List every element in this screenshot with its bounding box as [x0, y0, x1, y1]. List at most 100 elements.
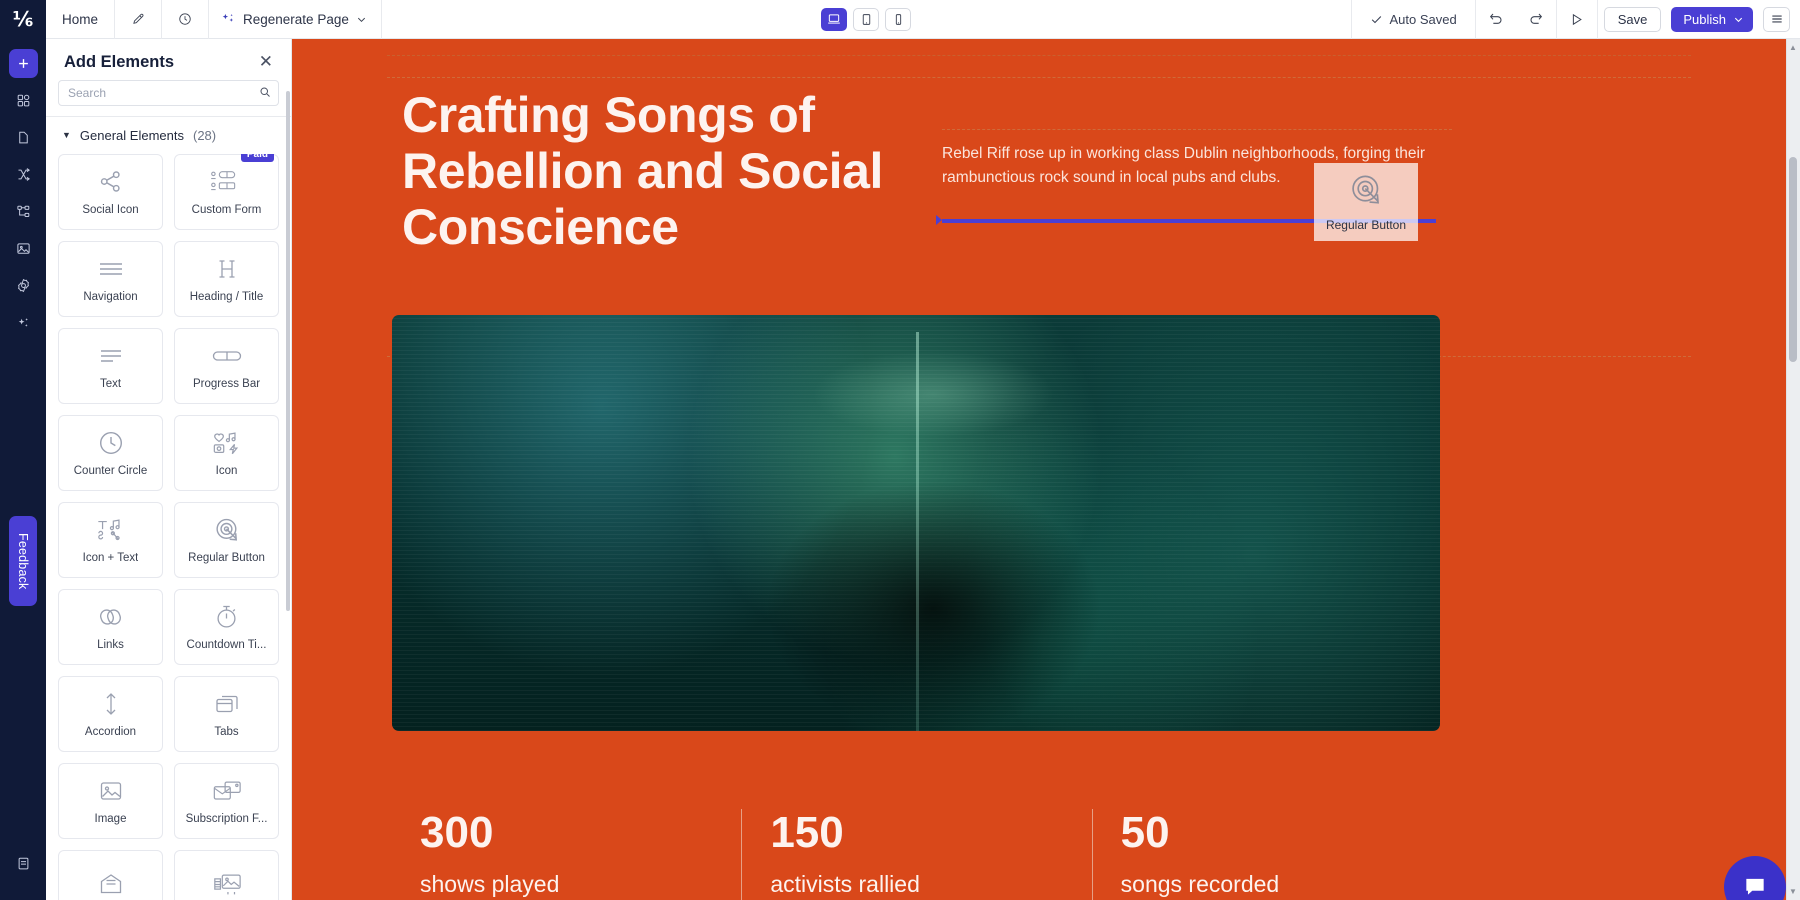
grid-apps-icon: [16, 93, 31, 108]
rail-item-help[interactable]: [9, 849, 38, 878]
performer-silhouette: [718, 348, 1148, 731]
element-label: Social Icon: [82, 204, 138, 216]
rail-item-pages[interactable]: [9, 123, 38, 152]
scroll-up-arrow[interactable]: ▲: [1789, 43, 1797, 52]
history-button[interactable]: [162, 0, 208, 39]
stat-label: songs recorded: [1121, 871, 1442, 898]
element-card-subscription-form[interactable]: Subscription F...: [174, 763, 279, 839]
stat-item[interactable]: 150 activists rallied: [741, 809, 1091, 900]
element-label: Subscription F...: [186, 813, 268, 825]
home-breadcrumb[interactable]: Home: [46, 0, 114, 39]
element-card-icon-plus-text[interactable]: Icon + Text: [58, 502, 163, 578]
panel-header: Add Elements ✕: [46, 39, 291, 80]
search-input[interactable]: [58, 80, 279, 106]
undo-button[interactable]: [1476, 0, 1516, 39]
top-bar: ⅙ Home Regenerate Page: [0, 0, 1800, 39]
element-card-open-envelope[interactable]: [58, 850, 163, 900]
device-mobile-button[interactable]: [885, 8, 911, 31]
rail-item-components[interactable]: [9, 86, 38, 115]
progress-bar-icon: [212, 342, 242, 370]
canvas-scrollbar-thumb[interactable]: [1789, 157, 1797, 362]
canvas-scrollbar-track[interactable]: ▲ ▼: [1786, 39, 1800, 900]
rail-item-add-element[interactable]: [9, 49, 38, 78]
element-card-image[interactable]: Image: [58, 763, 163, 839]
form-fields-icon: [210, 168, 244, 196]
element-card-progress-bar[interactable]: Progress Bar: [174, 328, 279, 404]
pen-tool-button[interactable]: [115, 0, 161, 39]
scroll-down-arrow[interactable]: ▼: [1789, 887, 1797, 896]
regenerate-page-button[interactable]: Regenerate Page: [209, 0, 381, 39]
element-label: Text: [100, 378, 121, 390]
publish-button[interactable]: Publish: [1671, 7, 1753, 32]
rail-item-media[interactable]: [9, 234, 38, 263]
element-card-gallery-slider[interactable]: [174, 850, 279, 900]
element-card-accordion[interactable]: Accordion: [58, 676, 163, 752]
device-tablet-button[interactable]: [853, 8, 879, 31]
save-button[interactable]: Save: [1604, 7, 1662, 32]
hero-paragraph-block[interactable]: Rebel Riff rose up in working class Dubl…: [942, 129, 1452, 189]
rail-item-settings[interactable]: [9, 271, 38, 300]
stat-item[interactable]: 50 songs recorded: [1092, 809, 1442, 900]
preview-button[interactable]: [1557, 0, 1597, 39]
element-label: Image: [95, 813, 127, 825]
cursor-target-icon: [214, 516, 240, 544]
page-preview: Crafting Songs of Rebellion and Social C…: [292, 39, 1786, 900]
hero-image[interactable]: [392, 315, 1440, 731]
home-label: Home: [62, 12, 98, 27]
element-card-navigation[interactable]: Navigation: [58, 241, 163, 317]
drop-indicator-line: [942, 219, 1436, 223]
stat-item[interactable]: 300 shows played: [392, 809, 741, 900]
element-label: Countdown Ti...: [187, 639, 267, 651]
device-desktop-button[interactable]: [821, 8, 847, 31]
elements-grid: Social Icon Paid Custom Form Navigation: [46, 154, 291, 900]
element-card-tabs[interactable]: Tabs: [174, 676, 279, 752]
image-icon: [16, 241, 31, 256]
section-outline: [387, 55, 1691, 56]
panel-title: Add Elements: [64, 53, 174, 72]
rail-item-layers[interactable]: [9, 197, 38, 226]
device-toggle-group: [809, 8, 923, 31]
element-card-custom-form[interactable]: Paid Custom Form: [174, 154, 279, 230]
spacer-right: [923, 0, 1350, 39]
element-card-icon[interactable]: Icon: [174, 415, 279, 491]
hero-heading[interactable]: Crafting Songs of Rebellion and Social C…: [402, 87, 922, 255]
element-card-countdown-timer[interactable]: Countdown Ti...: [174, 589, 279, 665]
rail-item-ai-assist[interactable]: [9, 308, 38, 337]
undo-icon: [1488, 11, 1504, 27]
feedback-label: Feedback: [16, 533, 30, 590]
stat-label: activists rallied: [770, 871, 1091, 898]
panel-scrollbar[interactable]: [286, 91, 290, 611]
element-label: Navigation: [83, 291, 137, 303]
element-card-text[interactable]: Text: [58, 328, 163, 404]
stat-label: shows played: [420, 871, 741, 898]
element-card-heading-title[interactable]: Heading / Title: [174, 241, 279, 317]
element-card-social-icon[interactable]: Social Icon: [58, 154, 163, 230]
spacer-left: [382, 0, 809, 39]
chevron-down-icon: [356, 14, 367, 25]
check-icon: [1370, 13, 1383, 26]
envelope-card-icon: [212, 777, 242, 805]
stat-number: 150: [770, 809, 1091, 857]
element-card-regular-button[interactable]: Regular Button: [174, 502, 279, 578]
main-menu-button[interactable]: [1763, 7, 1790, 32]
element-card-counter-circle[interactable]: Counter Circle: [58, 415, 163, 491]
group-header-general-elements[interactable]: ▼ General Elements (28): [46, 117, 291, 154]
left-icon-rail: Feedback: [0, 39, 46, 900]
search-icon[interactable]: [259, 85, 271, 103]
redo-button[interactable]: [1516, 0, 1556, 39]
heading-h-icon: [215, 255, 239, 283]
canvas-area: Crafting Songs of Rebellion and Social C…: [292, 39, 1800, 900]
hero-paragraph: Rebel Riff rose up in working class Dubl…: [942, 130, 1452, 189]
close-icon[interactable]: ✕: [259, 53, 273, 70]
redo-icon: [1528, 11, 1544, 27]
droip-logo-icon: ⅙: [13, 9, 34, 29]
feedback-tab[interactable]: Feedback: [9, 516, 37, 606]
chat-bubble-icon: [1742, 874, 1768, 900]
app-logo[interactable]: ⅙: [0, 0, 46, 39]
element-card-links[interactable]: Links: [58, 589, 163, 665]
rail-item-interactions[interactable]: [9, 160, 38, 189]
tablet-icon: [860, 13, 873, 26]
element-label: Heading / Title: [190, 291, 264, 303]
sparkles-icon: [16, 315, 31, 330]
element-label: Custom Form: [192, 204, 262, 216]
